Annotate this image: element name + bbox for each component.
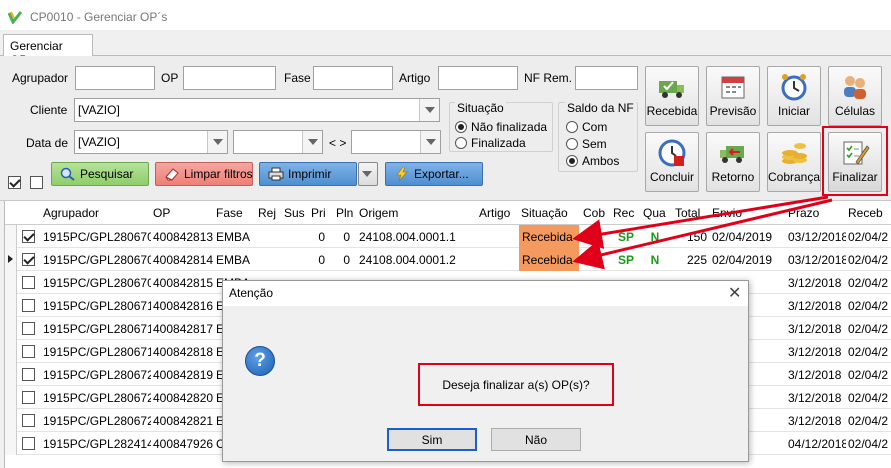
dialog-message: Deseja finalizar a(s) OP(s)?: [418, 363, 614, 406]
nao-button[interactable]: Não: [491, 428, 581, 451]
dialog-footer: Sim Não: [223, 423, 748, 461]
confirm-dialog: Atenção ✕ ? Deseja finalizar a(s) OP(s)?…: [222, 280, 749, 462]
dialog-title: Atenção: [229, 286, 274, 300]
close-icon[interactable]: ✕: [728, 283, 741, 303]
dialog-body: ? Deseja finalizar a(s) OP(s)?: [223, 306, 748, 423]
question-icon: ?: [245, 346, 275, 376]
sim-button[interactable]: Sim: [387, 428, 477, 451]
